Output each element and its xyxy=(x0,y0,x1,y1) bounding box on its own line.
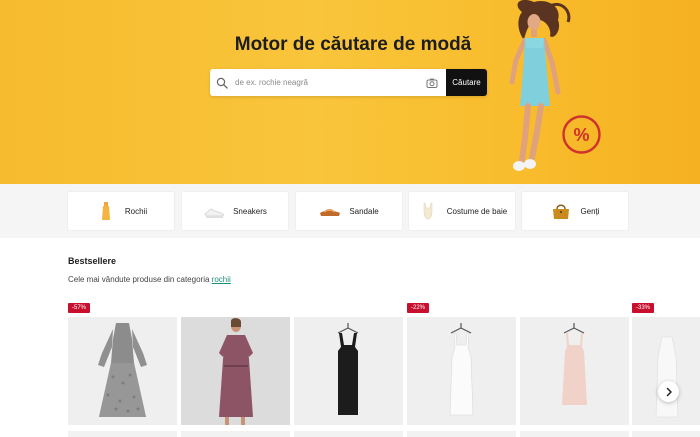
product-card-footer xyxy=(294,431,403,437)
pink-mini-dress-image xyxy=(520,317,629,425)
bestsellers-subtitle: Cele mai vândute produse din categoria r… xyxy=(68,275,231,284)
category-label: Sandale xyxy=(349,206,379,216)
black-knit-dress-image xyxy=(294,317,403,425)
category-sneakers[interactable]: Sneakers xyxy=(182,192,288,230)
sale-badge-text: % xyxy=(573,125,589,145)
discount-badge: -57% xyxy=(68,303,91,313)
category-label: Rochii xyxy=(124,206,148,216)
hero-model-image xyxy=(509,0,571,171)
category-link-dresses[interactable]: rochii xyxy=(212,275,231,284)
handbag-icon xyxy=(553,204,570,219)
product-image xyxy=(181,317,290,425)
product-card[interactable] xyxy=(294,300,403,437)
category-dresses[interactable]: Rochii xyxy=(68,192,174,230)
product-image xyxy=(407,317,516,425)
search-bar: Căutare xyxy=(210,69,487,96)
category-label: Genți xyxy=(580,206,600,216)
white-slip-dress-image xyxy=(407,317,516,425)
product-image xyxy=(520,317,629,425)
sneaker-icon xyxy=(204,208,224,218)
product-card-footer xyxy=(407,431,516,437)
discount-badge: -33% xyxy=(632,303,655,313)
product-card[interactable]: -22% xyxy=(407,300,516,437)
product-card[interactable] xyxy=(181,300,290,437)
product-image xyxy=(294,317,403,425)
sale-percent-icon: % xyxy=(562,115,601,154)
swimsuit-icon xyxy=(423,202,433,220)
discount-badge: -22% xyxy=(407,303,430,313)
product-card[interactable] xyxy=(520,300,629,437)
product-card[interactable]: -33% xyxy=(632,300,700,437)
product-card-footer xyxy=(520,431,629,437)
search-field[interactable] xyxy=(210,69,446,96)
category-bags[interactable]: Genți xyxy=(522,192,628,230)
product-card-footer xyxy=(632,431,700,437)
category-label: Sneakers xyxy=(233,206,267,216)
bestsellers-title: Bestsellere xyxy=(68,256,117,266)
product-image xyxy=(632,317,700,425)
search-input[interactable] xyxy=(235,78,426,87)
category-sandals[interactable]: Sandale xyxy=(296,192,402,230)
product-image xyxy=(68,317,177,425)
product-card-footer xyxy=(68,431,177,437)
product-card[interactable]: -57% xyxy=(68,300,177,437)
sandal-icon xyxy=(320,208,341,216)
category-label: Costume de baie xyxy=(446,206,508,216)
white-dress-partial-image xyxy=(632,317,700,425)
bestsellers-subtitle-text: Cele mai vândute produse din categoria xyxy=(68,275,212,284)
product-card-footer xyxy=(181,431,290,437)
hero-title: Motor de căutare de modă xyxy=(234,34,472,55)
category-swimwear[interactable]: Costume de baie xyxy=(409,192,515,230)
category-strip: Rochii Sneakers Sandale Costume de baie … xyxy=(0,184,700,238)
search-icon xyxy=(216,77,228,89)
mauve-dress-on-model-image xyxy=(181,317,290,425)
carousel-next-button[interactable] xyxy=(658,381,679,402)
dress-icon xyxy=(101,202,110,220)
chevron-right-icon xyxy=(666,387,672,396)
grey-floral-dress-image xyxy=(68,317,177,425)
search-button[interactable]: Căutare xyxy=(446,69,487,96)
hero-banner: Motor de căutare de modă Căutare xyxy=(0,0,700,184)
camera-icon[interactable] xyxy=(426,77,438,89)
